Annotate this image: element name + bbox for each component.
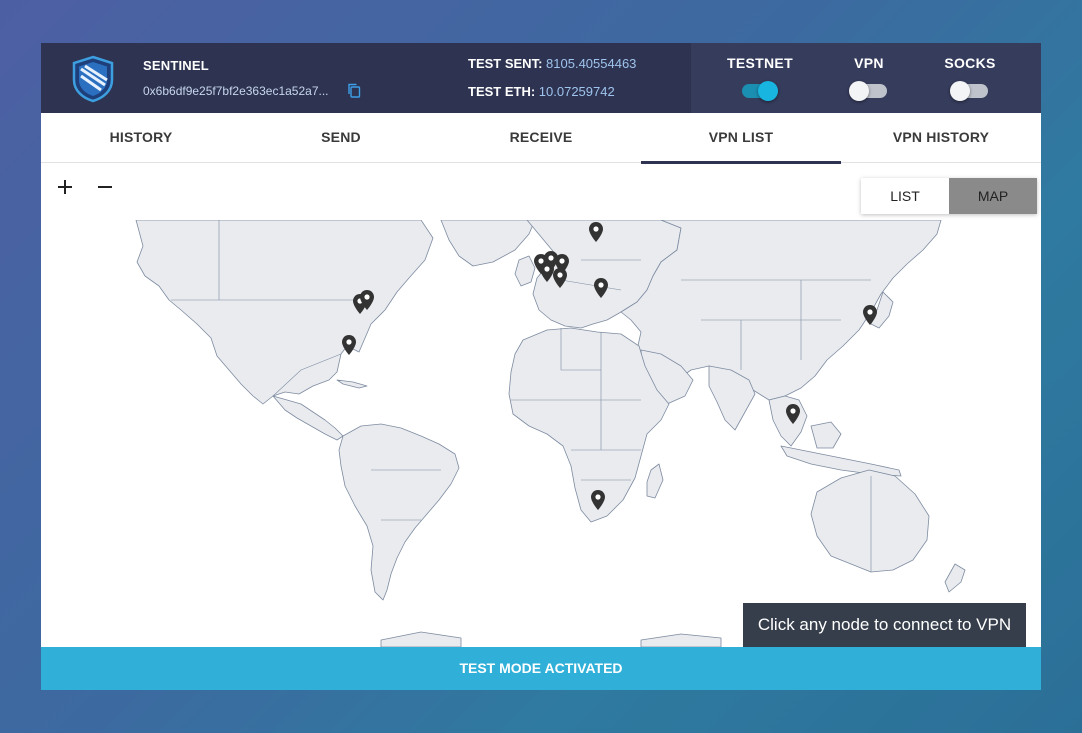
- test-eth-label: TEST ETH:: [468, 84, 536, 99]
- wallet-address: 0x6b6df9e25f7bf2e363ec1a52a7...: [143, 84, 329, 98]
- vpn-toggle-knob: [849, 81, 869, 101]
- indonesia-land: [780, 445, 902, 477]
- antarctica-land: [380, 631, 462, 647]
- list-view-button[interactable]: LIST: [861, 178, 949, 214]
- socks-toggle-group: SOCKS: [925, 55, 1015, 101]
- testnet-toggle-group: TESTNET: [715, 55, 805, 101]
- socks-toggle[interactable]: [950, 81, 988, 101]
- zoom-out-minus-icon[interactable]: [91, 177, 119, 197]
- socks-toggle-knob: [950, 81, 970, 101]
- map-view-button[interactable]: MAP: [949, 178, 1037, 214]
- view-switch: LIST MAP: [861, 178, 1037, 214]
- header-account-panel: SENTINEL 0x6b6df9e25f7bf2e363ec1a52a7...…: [41, 43, 691, 113]
- tab-history[interactable]: HISTORY: [41, 113, 241, 163]
- socks-label: SOCKS: [944, 55, 996, 71]
- tab-vpn-history[interactable]: VPN HISTORY: [841, 113, 1041, 163]
- vpn-toggle-group: VPN: [824, 55, 914, 101]
- testnet-toggle-knob: [758, 81, 778, 101]
- tab-vpn-list[interactable]: VPN LIST: [641, 113, 841, 164]
- testnet-label: TESTNET: [727, 55, 793, 71]
- madagascar-land: [646, 463, 664, 499]
- tab-receive[interactable]: RECEIVE: [441, 113, 641, 163]
- test-mode-banner: TEST MODE ACTIVATED: [41, 647, 1041, 690]
- zoom-in-plus-icon[interactable]: [51, 177, 79, 197]
- caribbean-islands-land: [336, 379, 368, 389]
- testnet-toggle[interactable]: [742, 81, 778, 101]
- vpn-node-marker[interactable]: [342, 335, 356, 355]
- southeast-asia-land: [768, 395, 808, 447]
- app-window: SENTINEL 0x6b6df9e25f7bf2e363ec1a52a7...…: [41, 43, 1041, 690]
- connect-hint-tooltip: Click any node to connect to VPN: [743, 603, 1026, 647]
- test-eth-value: 10.07259742: [538, 84, 615, 99]
- uk-land: [514, 255, 536, 287]
- north-america-land: [135, 220, 434, 405]
- australia-land: [810, 469, 930, 573]
- world-map[interactable]: [41, 220, 1041, 647]
- header-toggles-panel: TESTNET VPN SOCKS: [691, 43, 1041, 113]
- test-sent-value: 8105.40554463: [546, 56, 637, 71]
- copy-icon[interactable]: [347, 83, 361, 98]
- brand-name: SENTINEL: [143, 58, 209, 73]
- land-masses: [135, 220, 966, 647]
- world-map-svg: [135, 220, 966, 647]
- test-sent-balance: TEST SENT: 8105.40554463: [468, 56, 636, 71]
- test-sent-label: TEST SENT:: [468, 56, 543, 71]
- vpn-toggle[interactable]: [849, 81, 887, 101]
- sentinel-shield-logo-icon: [72, 55, 114, 103]
- borneo-land: [810, 421, 842, 449]
- central-america-land: [272, 395, 344, 441]
- new-zealand-land: [944, 563, 966, 593]
- test-eth-balance: TEST ETH: 10.07259742: [468, 84, 615, 99]
- main-tabs: HISTORY SEND RECEIVE VPN LIST VPN HISTOR…: [41, 113, 1041, 164]
- vpn-label: VPN: [854, 55, 884, 71]
- antarctica-land-east: [640, 633, 722, 647]
- south-america-land: [338, 423, 460, 601]
- tab-send[interactable]: SEND: [241, 113, 441, 163]
- header: SENTINEL 0x6b6df9e25f7bf2e363ec1a52a7...…: [41, 43, 1041, 113]
